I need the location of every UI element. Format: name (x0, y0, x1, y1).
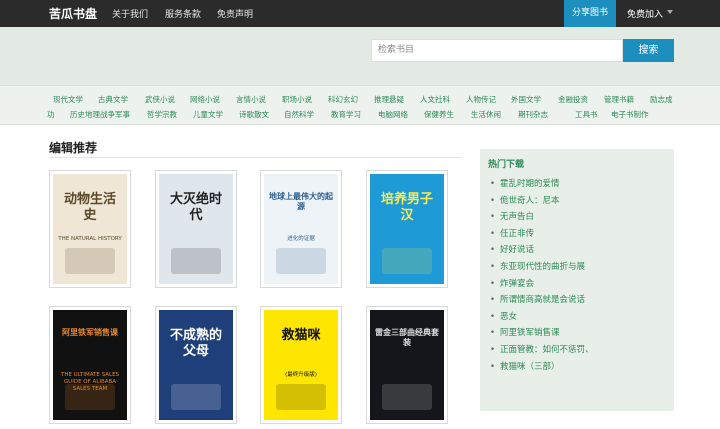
category-link[interactable]: 保健养生 (424, 109, 454, 120)
cover-illustration (276, 384, 326, 410)
book-card[interactable]: 动物生活史 THE NATURAL HISTORY (49, 170, 131, 288)
book-cover-image[interactable]: 不成熟的父母 (159, 310, 233, 420)
category-link[interactable]: 历史地理 (70, 109, 100, 120)
category-link[interactable]: 教育学习 (331, 109, 361, 120)
book-cover-image[interactable]: 地球上最伟大的起源进化的证据 (264, 174, 338, 284)
book-card[interactable]: 阿里铁军销售课 THE ULTIMATE SALES GUIDE OF ALIBA… (49, 306, 131, 424)
category-link[interactable]: 武侠小说 (145, 94, 175, 105)
category-link[interactable]: 生活休闲 (471, 109, 501, 120)
hot-download-item[interactable]: 东亚现代性的曲折与展 (490, 260, 585, 272)
book-card[interactable]: 培养男子汉 (366, 170, 448, 288)
book-cover-title: 雷金三部曲经典套装 (375, 327, 439, 347)
hot-download-item[interactable]: 正面管教：如何不惩罚、 (490, 343, 594, 355)
category-link[interactable]: 科幻玄幻 (328, 94, 358, 105)
search-input[interactable]: 检索书目 (371, 39, 623, 62)
free-join-link[interactable]: 免费加入 (627, 7, 663, 20)
hot-downloads-title: 热门下载 (488, 160, 525, 170)
book-card[interactable]: 地球上最伟大的起源进化的证据 (260, 170, 342, 288)
cover-illustration (65, 384, 115, 410)
book-cover-subtitle: (最终升级版) (285, 372, 317, 378)
category-link[interactable]: 电子书制作 (611, 109, 649, 120)
category-link[interactable]: 人物传记 (466, 94, 496, 105)
nav-terms[interactable]: 服务条款 (165, 7, 201, 20)
book-cover-image[interactable]: 阿里铁军销售课 THE ULTIMATE SALES GUIDE OF ALIBA… (53, 310, 127, 420)
category-link[interactable]: 管理书籍 (604, 94, 634, 105)
book-card[interactable]: 不成熟的父母 (155, 306, 237, 424)
category-link[interactable]: 哲学宗教 (147, 109, 177, 120)
category-link[interactable]: 金融投资 (558, 94, 588, 105)
book-cover-subtitle: 进化的证据 (287, 236, 315, 242)
book-cover-title: 地球上最伟大的起源 (269, 191, 333, 211)
book-card[interactable]: 雷金三部曲经典套装 (366, 306, 448, 424)
category-link[interactable]: 职场小说 (282, 94, 312, 105)
book-card[interactable]: 救猫咪 (最终升级版) (260, 306, 342, 424)
hot-download-item[interactable]: 救猫咪（三部） (490, 360, 560, 372)
book-cover-subtitle: THE NATURAL HISTORY (58, 236, 122, 242)
category-link[interactable]: 工具书 (575, 109, 598, 120)
hot-download-item[interactable]: 好好说话 (490, 243, 534, 255)
hot-download-item[interactable]: 所谓情商高就是会说话 (490, 293, 585, 305)
book-cover-image[interactable]: 大灭绝时代 (159, 174, 233, 284)
book-cover-title: 救猫咪 (281, 328, 321, 343)
book-cover-title: 阿里铁军销售课 (62, 327, 118, 337)
hot-download-item[interactable]: 阿里铁军销售课 (490, 326, 560, 338)
category-link[interactable]: 儿童文学 (193, 109, 223, 120)
search-button[interactable]: 搜索 (623, 39, 674, 62)
category-link[interactable]: 网络小说 (190, 94, 220, 105)
editor-picks-title: 编辑推荐 (49, 141, 98, 155)
cover-illustration (65, 248, 115, 274)
hot-download-item[interactable]: 霍乱时期的爱情 (490, 177, 560, 189)
hot-download-item[interactable]: 任正非传 (490, 227, 534, 239)
cover-illustration (171, 248, 221, 274)
category-link[interactable]: 励志成 (650, 94, 673, 105)
category-link[interactable]: 电脑网络 (378, 109, 408, 120)
divider (49, 157, 461, 158)
book-cover-title: 培养男子汉 (380, 192, 433, 223)
book-cover-image[interactable]: 动物生活史 THE NATURAL HISTORY (53, 174, 127, 284)
category-link[interactable]: 期刊杂志 (518, 109, 548, 120)
category-link[interactable]: 现代文学 (53, 94, 83, 105)
book-cover-title: 动物生活史 (63, 192, 116, 223)
category-link[interactable]: 战争军事 (100, 109, 130, 120)
cover-illustration (276, 248, 326, 274)
category-link[interactable]: 自然科学 (284, 109, 314, 120)
book-cover-title: 不成熟的父母 (169, 328, 222, 359)
nav-disclaimer[interactable]: 免责声明 (217, 7, 253, 20)
category-link-wrap[interactable]: 功 (47, 109, 55, 120)
cover-illustration (171, 384, 221, 410)
hot-download-item[interactable]: 恶女 (490, 310, 517, 322)
hot-download-item[interactable]: 佹世奇人：尼本 (490, 194, 560, 206)
cover-illustration (382, 248, 432, 274)
book-cover-image[interactable]: 培养男子汉 (370, 174, 444, 284)
category-link[interactable]: 人文社科 (420, 94, 450, 105)
book-cover-title: 大灭绝时代 (169, 192, 222, 223)
book-cover-image[interactable]: 雷金三部曲经典套装 (370, 310, 444, 420)
hot-download-item[interactable]: 无声告白 (490, 210, 534, 222)
share-books-button[interactable]: 分享图书 (564, 0, 616, 27)
site-brand[interactable]: 苦瓜书盘 (49, 5, 97, 22)
category-link[interactable]: 言情小说 (236, 94, 266, 105)
category-link[interactable]: 诗歌散文 (239, 109, 269, 120)
nav-about[interactable]: 关于我们 (112, 7, 148, 20)
book-card[interactable]: 大灭绝时代 (155, 170, 237, 288)
category-link[interactable]: 外国文学 (511, 94, 541, 105)
cover-illustration (382, 384, 432, 410)
category-link[interactable]: 古典文学 (98, 94, 128, 105)
book-cover-image[interactable]: 救猫咪 (最终升级版) (264, 310, 338, 420)
chevron-down-icon[interactable] (667, 10, 673, 14)
hot-download-item[interactable]: 炸弹宴会 (490, 277, 534, 289)
category-link[interactable]: 推理悬疑 (374, 94, 404, 105)
